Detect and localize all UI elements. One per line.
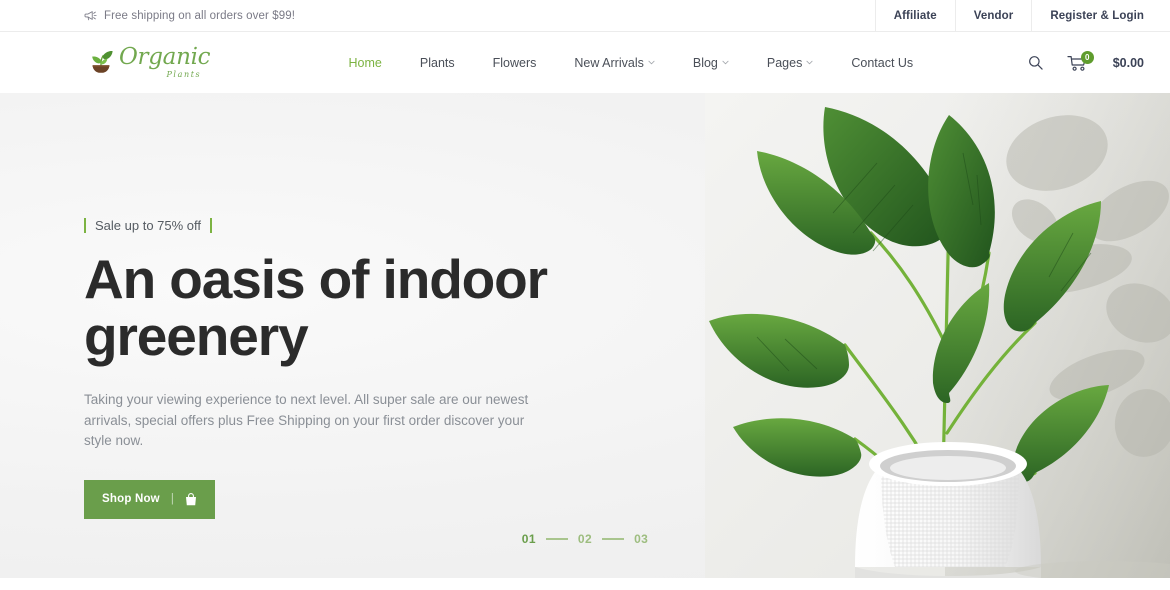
main-navigation: Home Plants Flowers New Arrivals Blog Pa…	[234, 56, 1028, 70]
nav-item-flowers[interactable]: Flowers	[474, 56, 556, 70]
logo[interactable]: Organic Plants	[84, 43, 234, 82]
slide-indicator-03[interactable]: 03	[634, 532, 648, 546]
nav-label: Contact Us	[851, 55, 914, 70]
header-actions: 0 $0.00	[1028, 51, 1144, 72]
nav-item-contact-us[interactable]: Contact Us	[832, 56, 932, 70]
nav-item-home[interactable]: Home	[330, 56, 401, 70]
cart-count-badge: 0	[1080, 51, 1094, 64]
nav-item-pages[interactable]: Pages	[748, 56, 832, 70]
hero-eyebrow-text: Sale up to 75% off	[95, 218, 202, 233]
pager-dash	[545, 538, 568, 540]
top-announcement-bar: Free shipping on all orders over $99! Af…	[0, 0, 1170, 32]
nav-label: Pages	[766, 55, 803, 70]
shop-now-button[interactable]: Shop Now |	[84, 479, 216, 519]
pager-dash	[602, 538, 625, 540]
nav-label: New Arrivals	[574, 55, 644, 70]
topbar-link-affiliate[interactable]: Affiliate	[874, 0, 955, 32]
chevron-down-icon	[806, 60, 813, 65]
logo-text: Organic Plants	[119, 44, 211, 79]
hero-subtext: Taking your viewing experience to next l…	[84, 392, 529, 449]
topbar-link-vendor[interactable]: Vendor	[954, 0, 1032, 32]
topbar-link-register-login[interactable]: Register & Login	[1031, 0, 1170, 32]
nav-item-new-arrivals[interactable]: New Arrivals	[555, 56, 673, 70]
nav-label: Home	[348, 55, 382, 70]
search-icon[interactable]	[1028, 55, 1043, 70]
hero-plant-image	[705, 93, 1170, 578]
hero-eyebrow: Sale up to 75% off	[84, 218, 584, 233]
shopping-bag-icon	[185, 492, 197, 506]
hero-content: Sale up to 75% off An oasis of indoor gr…	[84, 218, 584, 519]
topbar-links: Affiliate Vendor Register & Login	[874, 0, 1170, 32]
eyebrow-bar-left	[84, 218, 86, 233]
slider-pagination: 01 02 03	[0, 532, 1170, 546]
chevron-down-icon	[648, 60, 655, 65]
headline-line-2: greenery	[84, 304, 309, 367]
nav-label: Blog	[692, 55, 718, 70]
nav-label: Flowers	[492, 55, 537, 70]
site-header: Organic Plants Home Plants Flowers New A…	[0, 32, 1170, 93]
cart-total-amount[interactable]: $0.00	[1113, 56, 1144, 70]
logo-subtitle: Plants	[166, 70, 202, 79]
hero-headline: An oasis of indoor greenery	[84, 251, 584, 364]
announcement-group: Free shipping on all orders over $99!	[84, 10, 295, 22]
seedling-in-pot-icon	[84, 43, 118, 82]
chevron-down-icon	[722, 60, 729, 65]
nav-item-plants[interactable]: Plants	[401, 56, 474, 70]
logo-name: Organic	[119, 44, 211, 70]
slide-indicator-02[interactable]: 02	[578, 532, 592, 546]
megaphone-icon	[84, 10, 97, 21]
button-separator: |	[170, 493, 175, 506]
eyebrow-bar-right	[210, 218, 213, 233]
announcement-text: Free shipping on all orders over $99!	[104, 9, 296, 22]
page-root: Free shipping on all orders over $99! Af…	[0, 0, 1170, 590]
nav-label: Plants	[419, 55, 455, 70]
cart-button[interactable]: 0	[1067, 51, 1094, 72]
shop-now-label: Shop Now	[102, 493, 160, 506]
slide-indicator-01[interactable]: 01	[522, 532, 536, 546]
hero-slider: Sale up to 75% off An oasis of indoor gr…	[0, 93, 1170, 578]
nav-item-blog[interactable]: Blog	[674, 56, 748, 70]
headline-line-1: An oasis of indoor	[84, 248, 548, 310]
